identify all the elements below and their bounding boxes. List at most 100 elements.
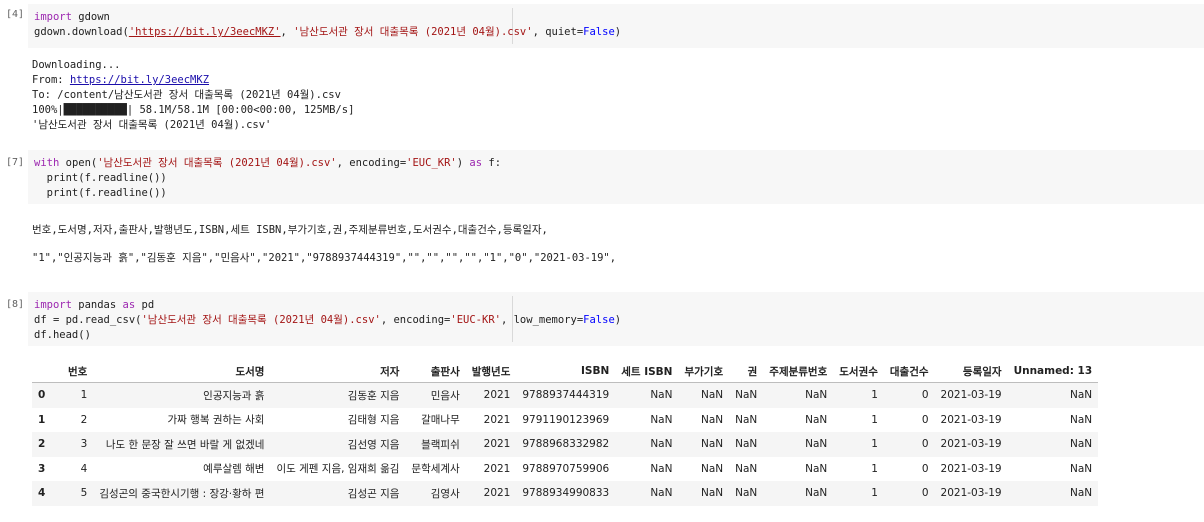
column-header: 도서권수 bbox=[833, 360, 884, 383]
code-text: pandas bbox=[71, 299, 123, 311]
table-cell: NaN bbox=[615, 481, 679, 506]
column-header: 출판사 bbox=[405, 360, 466, 383]
column-header: 발행년도 bbox=[465, 360, 517, 383]
table-cell: 1 bbox=[833, 432, 884, 457]
table-cell: 0 bbox=[883, 432, 935, 457]
table-cell: NaN bbox=[735, 462, 758, 475]
table-cell: NaN bbox=[615, 382, 679, 408]
table-cell: NaN bbox=[650, 413, 673, 426]
table-cell: NaN bbox=[729, 432, 764, 457]
code-text: ) bbox=[614, 314, 622, 326]
code-editor[interactable]: with open('남산도서관 장서 대출목록 (2021년 04월).csv… bbox=[28, 150, 1204, 204]
table-cell: 0 bbox=[883, 481, 935, 506]
code-text: open( bbox=[59, 157, 98, 169]
code-editor[interactable]: import pandas as pd df = pd.read_csv('남산… bbox=[28, 292, 1204, 346]
table-cell: NaN bbox=[805, 462, 828, 475]
table-cell: NaN bbox=[735, 413, 758, 426]
code-text: , bbox=[280, 26, 294, 38]
table-cell: 9788934990833 bbox=[516, 481, 616, 506]
string-literal: '남산도서관 장서 대출목록 (2021년 04월).csv' bbox=[141, 314, 381, 326]
notebook-cell-7[interactable]: [7] with open('남산도서관 장서 대출목록 (2021년 04월)… bbox=[0, 150, 1204, 204]
output-line: '남산도서관 장서 대출목록 (2021년 04월).csv' bbox=[32, 119, 272, 131]
column-header: 대출건수 bbox=[883, 360, 935, 383]
column-header: 번호 bbox=[62, 360, 94, 383]
table-cell: NaN bbox=[763, 382, 834, 408]
column-header: 등록일자 bbox=[934, 360, 1008, 383]
table-cell: 2021-03-19 bbox=[940, 462, 1002, 475]
table-cell: NaN bbox=[1007, 382, 1099, 408]
code-text: ) bbox=[614, 26, 622, 38]
row-index: 0 bbox=[32, 382, 62, 408]
table-cell: NaN bbox=[700, 413, 724, 426]
table-cell: 9788970759906 bbox=[522, 462, 610, 475]
table-cell: NaN bbox=[1007, 432, 1099, 457]
table-cell: 문학세계사 bbox=[411, 463, 460, 476]
table-cell: 김성곤의 중국한시기행 : 장강·황하 편 bbox=[93, 481, 271, 506]
table-cell: 2021 bbox=[465, 481, 517, 506]
table-row: 3 4 예루살렘 해변 이도 게펜 지음, 임재희 옮김 문학세계사 2021 978897… bbox=[32, 457, 1098, 482]
keyword: as bbox=[469, 157, 483, 169]
column-header: Unnamed: 13 bbox=[1007, 360, 1099, 383]
table-cell: 1 bbox=[833, 382, 884, 408]
keyword: import bbox=[34, 299, 72, 311]
table-cell: 9788937444319 bbox=[516, 382, 616, 408]
table-cell: 나도 한 문장 잘 쓰면 바랄 게 없겠네 bbox=[93, 432, 271, 457]
table-cell: 1 bbox=[833, 481, 884, 506]
table-cell: 2021 bbox=[483, 413, 511, 426]
output-line: 번호,도서명,저자,출판사,발행년도,ISBN,세트 ISBN,부가기호,권,주… bbox=[32, 224, 548, 236]
table-cell: 4 bbox=[80, 462, 88, 475]
table-cell: NaN bbox=[678, 382, 730, 408]
dataframe-table: 번호 도서명 저자 출판사 발행년도 ISBN 세트 ISBN 부가기호 권 주… bbox=[32, 360, 1099, 506]
output-line: From: bbox=[32, 74, 70, 86]
table-cell: 김동훈 지음 bbox=[270, 382, 406, 408]
cell-prompt: [7] bbox=[6, 157, 25, 168]
code-text: , encoding= bbox=[380, 314, 451, 326]
table-cell: 2021-03-19 bbox=[940, 413, 1002, 426]
code-text: print(f.readline()) bbox=[34, 187, 167, 199]
table-cell: NaN bbox=[1007, 481, 1099, 506]
table-cell: 1 bbox=[62, 382, 94, 408]
download-link[interactable]: https://bit.ly/3eecMKZ bbox=[70, 74, 209, 86]
row-index: 2 bbox=[32, 432, 62, 457]
cell-output: 번호,도서명,저자,출판사,발행년도,ISBN,세트 ISBN,부가기호,권,주… bbox=[32, 216, 616, 272]
table-cell: NaN bbox=[763, 481, 834, 506]
table-cell: 2021 bbox=[483, 462, 511, 475]
table-cell: NaN bbox=[729, 382, 764, 408]
code-text: gdown bbox=[71, 11, 110, 23]
column-header: 권 bbox=[729, 360, 764, 383]
code-text: gdown.download( bbox=[34, 26, 129, 38]
table-row: 2 3 나도 한 문장 잘 쓰면 바랄 게 없겠네 김선영 지음 블랙피쉬 2021 978… bbox=[32, 432, 1099, 457]
code-text: , low_memory= bbox=[500, 314, 584, 326]
notebook-cell-8[interactable]: [8] import pandas as pd df = pd.read_csv… bbox=[0, 292, 1204, 346]
table-cell: 갈매나무 bbox=[421, 414, 460, 427]
notebook-cell-4[interactable]: [4] import gdown gdown.download('https:/… bbox=[0, 4, 1204, 50]
cell-prompt: [8] bbox=[6, 299, 25, 310]
keyword: import bbox=[34, 11, 72, 23]
keyword: as bbox=[122, 299, 136, 311]
table-cell: 2 bbox=[80, 413, 88, 426]
table-cell: NaN bbox=[700, 462, 724, 475]
table-cell: 9791190123969 bbox=[522, 413, 610, 426]
table-cell: 2021-03-19 bbox=[934, 382, 1008, 408]
string-url: 'https://bit.ly/3eecMKZ' bbox=[128, 26, 281, 38]
table-cell: 1 bbox=[871, 413, 878, 426]
string-literal: 'EUC-KR' bbox=[450, 314, 501, 326]
table-cell: NaN bbox=[678, 432, 730, 457]
table-cell: 3 bbox=[62, 432, 94, 457]
code-text: print(f.readline()) bbox=[34, 172, 167, 184]
column-header: 도서명 bbox=[93, 360, 271, 383]
table-cell: 민음사 bbox=[405, 382, 466, 408]
table-cell: 0 bbox=[921, 462, 929, 475]
table-cell: NaN bbox=[615, 432, 679, 457]
code-text: , quiet= bbox=[532, 26, 584, 38]
row-index: 1 bbox=[38, 413, 46, 426]
code-editor[interactable]: import gdown gdown.download('https://bit… bbox=[28, 4, 1204, 48]
bool-literal: False bbox=[583, 26, 615, 38]
table-row: 1 2 가짜 행복 권하는 사회 김태형 지음 갈매나무 2021 979119012396… bbox=[32, 408, 1098, 433]
bool-literal: False bbox=[583, 314, 615, 326]
keyword: with bbox=[34, 157, 60, 169]
table-cell: 0 bbox=[921, 413, 929, 426]
string-literal: '남산도서관 장서 대출목록 (2021년 04월).csv' bbox=[293, 26, 533, 38]
table-cell: 이도 게펜 지음, 임재희 옮김 bbox=[276, 463, 400, 476]
table-cell: 김선영 지음 bbox=[270, 432, 406, 457]
